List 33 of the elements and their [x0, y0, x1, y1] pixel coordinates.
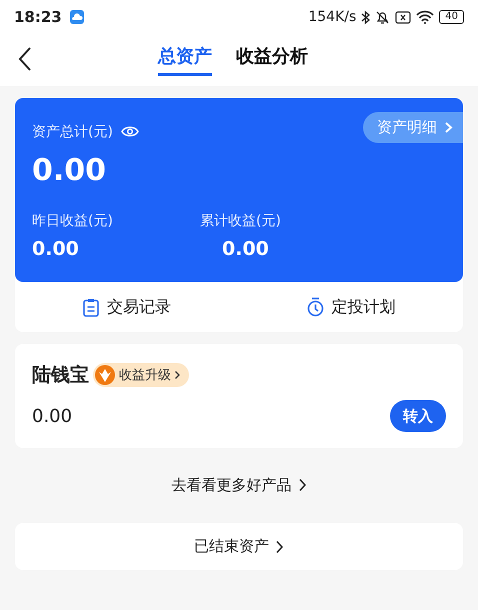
total-label: 资产总计(元) [32, 122, 113, 140]
tab[interactable]: 总资产 [158, 44, 212, 76]
chevron-right-icon [298, 478, 306, 492]
wifi-icon [416, 10, 434, 24]
back-icon[interactable] [18, 46, 32, 72]
chevron-right-icon [444, 121, 453, 134]
network-speed: 154K/s [308, 9, 356, 25]
action-link[interactable]: 定投计划 [239, 282, 463, 332]
bell-off-icon [375, 10, 390, 24]
stat-value: 0.00 [222, 238, 270, 260]
stat-label: 昨日收益(元) [32, 212, 114, 230]
action-link[interactable]: 交易记录 [15, 282, 239, 332]
chevron-right-icon [174, 370, 181, 380]
bluetooth-icon [361, 10, 370, 24]
eye-icon[interactable] [120, 125, 139, 138]
ended-assets-link[interactable]: 已结束资产 [15, 523, 463, 570]
total-value: 0.00 [32, 153, 108, 188]
stopwatch-icon [306, 297, 324, 317]
stat-value: 0.00 [32, 238, 80, 260]
more-products-link[interactable]: 去看看更多好产品 [15, 465, 463, 505]
upgrade-badge[interactable]: 收益升级 [93, 363, 189, 387]
tab[interactable]: 收益分析 [236, 44, 308, 76]
chevron-right-icon [275, 540, 284, 554]
clipboard-icon [83, 298, 99, 316]
badge-logo-icon [94, 364, 116, 386]
status-time: 18:23 [14, 8, 62, 26]
weather-icon [70, 10, 84, 24]
battery-level: 40 [439, 10, 464, 24]
transfer-in-button[interactable]: 转入 [390, 400, 446, 432]
sim-icon [395, 10, 412, 24]
product-name: 陆钱宝 [32, 363, 89, 388]
stat-label: 累计收益(元) [200, 212, 282, 230]
product-value: 0.00 [32, 406, 72, 426]
